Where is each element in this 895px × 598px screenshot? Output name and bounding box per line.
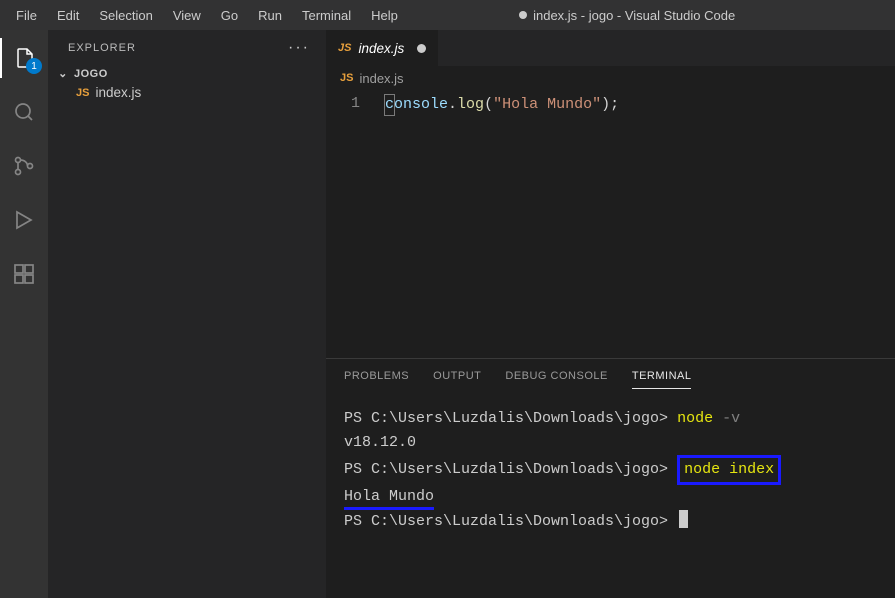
extensions-icon[interactable] — [0, 254, 48, 294]
source-control-icon[interactable] — [0, 146, 48, 186]
editor-area: JS index.js JS index.js 1 console.log("H… — [326, 30, 895, 598]
gutter: 1 — [326, 94, 384, 358]
panel-tab-terminal[interactable]: TERMINAL — [632, 364, 692, 389]
explorer-icon[interactable]: 1 — [0, 38, 48, 78]
tab-label: index.js — [358, 41, 404, 56]
folder-header[interactable]: ⌄ JOGO — [48, 65, 326, 82]
terminal-line: v18.12.0 — [344, 431, 877, 455]
js-file-icon: JS — [76, 87, 89, 99]
panel-tabs: PROBLEMS OUTPUT DEBUG CONSOLE TERMINAL — [326, 359, 895, 393]
file-name: index.js — [95, 85, 141, 100]
code-line-1[interactable]: console.log("Hola Mundo"); — [384, 94, 619, 116]
more-actions-icon[interactable]: ··· — [288, 39, 310, 57]
breadcrumb-file: index.js — [359, 71, 403, 86]
code-content[interactable]: console.log("Hola Mundo"); — [384, 94, 619, 358]
activitybar: 1 — [0, 30, 48, 598]
highlighted-command: node index — [677, 455, 781, 485]
menu-file[interactable]: File — [8, 4, 45, 27]
window-title-text: index.js - jogo - Visual Studio Code — [533, 8, 735, 23]
tab-bar: JS index.js — [326, 30, 895, 66]
js-file-icon: JS — [340, 72, 353, 84]
window-title: index.js - jogo - Visual Studio Code — [519, 8, 735, 23]
folder-name: JOGO — [74, 68, 108, 80]
menu-go[interactable]: Go — [213, 4, 246, 27]
code-editor[interactable]: 1 console.log("Hola Mundo"); — [326, 90, 895, 358]
chevron-down-icon: ⌄ — [56, 67, 70, 80]
explorer-badge: 1 — [26, 58, 42, 74]
panel-tab-output[interactable]: OUTPUT — [433, 364, 481, 388]
terminal-line: PS C:\Users\Luzdalis\Downloads\jogo> nod… — [344, 455, 877, 485]
terminal-content[interactable]: PS C:\Users\Luzdalis\Downloads\jogo> nod… — [326, 393, 895, 598]
js-file-icon: JS — [338, 42, 351, 54]
modified-dot-icon — [519, 11, 527, 19]
highlighted-output: Hola Mundo — [344, 487, 434, 510]
terminal-line: PS C:\Users\Luzdalis\Downloads\jogo> nod… — [344, 407, 877, 431]
bottom-panel: PROBLEMS OUTPUT DEBUG CONSOLE TERMINAL P… — [326, 358, 895, 598]
menu-selection[interactable]: Selection — [91, 4, 160, 27]
menu-terminal[interactable]: Terminal — [294, 4, 359, 27]
terminal-cursor-icon — [679, 510, 688, 528]
menu-edit[interactable]: Edit — [49, 4, 87, 27]
menubar: File Edit Selection View Go Run Terminal… — [0, 0, 895, 30]
terminal-line: PS C:\Users\Luzdalis\Downloads\jogo> — [344, 510, 877, 534]
tab-index-js[interactable]: JS index.js — [326, 30, 439, 66]
sidebar-title: EXPLORER — [68, 42, 136, 54]
menu-run[interactable]: Run — [250, 4, 290, 27]
sidebar-header: EXPLORER ··· — [48, 30, 326, 65]
line-number: 1 — [326, 94, 360, 114]
search-icon[interactable] — [0, 92, 48, 132]
panel-tab-debug-console[interactable]: DEBUG CONSOLE — [505, 364, 607, 388]
breadcrumb[interactable]: JS index.js — [326, 66, 895, 90]
file-item-index[interactable]: JS index.js — [48, 82, 326, 103]
modified-dot-icon — [417, 44, 426, 53]
panel-tab-problems[interactable]: PROBLEMS — [344, 364, 409, 388]
sidebar: EXPLORER ··· ⌄ JOGO JS index.js — [48, 30, 326, 598]
menu-view[interactable]: View — [165, 4, 209, 27]
menu-help[interactable]: Help — [363, 4, 406, 27]
run-debug-icon[interactable] — [0, 200, 48, 240]
terminal-line: Hola Mundo — [344, 485, 877, 510]
